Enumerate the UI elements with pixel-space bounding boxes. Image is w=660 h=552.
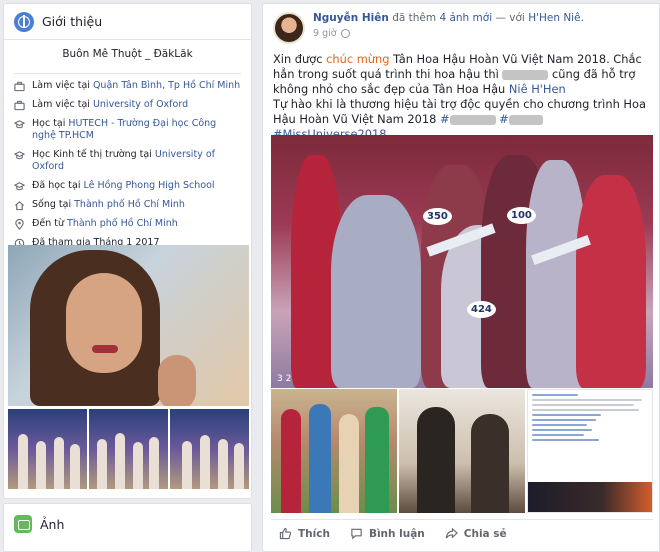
like-button[interactable]: Thích xyxy=(279,527,330,540)
info-prefix: Đến từ xyxy=(32,218,68,229)
contestant-number-badge: 350 xyxy=(423,208,452,225)
contestant-number-badge: 424 xyxy=(467,301,496,318)
info-link-work-1[interactable]: Quận Tân Bình, Tp Hồ Chí Minh xyxy=(93,80,240,91)
briefcase-icon xyxy=(14,100,25,111)
intro-header: Giới thiệu xyxy=(4,4,251,40)
photos-card: Ảnh xyxy=(3,503,252,552)
post-card: Nguyễn Hiên đã thêm 4 ảnh mới — với H'He… xyxy=(262,3,660,552)
post-text: Xin được chúc mừng Tân Hoa Hậu Hoàn Vũ V… xyxy=(263,46,659,142)
info-link-from[interactable]: Thành phố Hồ Chí Minh xyxy=(67,218,178,229)
blurred-hashtag xyxy=(508,114,543,125)
share-button[interactable]: Chia sẻ xyxy=(445,527,507,540)
info-item-study-3: Đã học tại Lê Hồng Phong High School xyxy=(14,180,241,192)
avatar[interactable] xyxy=(273,12,305,44)
photos-icon xyxy=(14,515,32,533)
info-link-study-3[interactable]: Lê Hồng Phong High School xyxy=(84,180,215,191)
post-tagged-user[interactable]: H'Hen Niê xyxy=(528,12,580,24)
info-item-from: Đến từ Thành phố Hồ Chí Minh xyxy=(14,218,241,230)
thumbs-up-icon xyxy=(279,527,292,540)
comment-icon xyxy=(351,528,362,540)
post-grid-screenshot[interactable] xyxy=(526,389,653,513)
intro-title: Giới thiệu xyxy=(42,14,103,29)
info-prefix: Học tại xyxy=(32,118,69,129)
share-icon xyxy=(445,527,458,539)
post-header: Nguyễn Hiên đã thêm 4 ảnh mới — với H'He… xyxy=(263,4,659,46)
intro-featured-photo[interactable] xyxy=(8,245,249,406)
post-grid-photo[interactable] xyxy=(271,389,398,513)
globe-icon xyxy=(14,11,34,32)
info-prefix: Làm việc tại xyxy=(32,80,93,91)
blurred-brand xyxy=(502,69,549,80)
intro-card: Giới thiệu Buôn Mê Thuột _ ĐăkLăk Làm vi… xyxy=(3,3,252,499)
comment-button[interactable]: Bình luận xyxy=(350,527,425,540)
info-link-lives[interactable]: Thành phố Hồ Chí Minh xyxy=(74,199,185,210)
info-item-work-1: Làm việc tại Quận Tân Bình, Tp Hồ Chí Mi… xyxy=(14,80,241,92)
post-photo-grid xyxy=(271,389,653,513)
privacy-globe-icon xyxy=(340,29,350,38)
meta-text: đã thêm xyxy=(388,12,440,24)
share-label: Chia sẻ xyxy=(463,527,507,540)
info-item-lives: Sống tại Thành phố Hồ Chí Minh xyxy=(14,199,241,211)
info-prefix: Học Kinh tế thị trường tại xyxy=(32,149,155,160)
like-label: Thích xyxy=(298,527,330,540)
featured-thumb[interactable] xyxy=(170,409,249,489)
graduation-cap-icon xyxy=(14,120,25,129)
photo-corner-mark: 3 2 xyxy=(277,374,292,384)
info-link-work-2[interactable]: University of Oxford xyxy=(93,99,188,110)
hashtag-link[interactable]: # xyxy=(440,112,450,126)
post-actions: Thích Bình luận Chia sẻ xyxy=(271,519,653,547)
info-item-study-2: Học Kinh tế thị trường tại University of… xyxy=(14,149,241,173)
meta-text: — với xyxy=(492,12,529,24)
post-meta: Nguyễn Hiên đã thêm 4 ảnh mới — với H'He… xyxy=(313,12,584,25)
comment-label: Bình luận xyxy=(368,527,425,540)
post-photo-count[interactable]: 4 ảnh mới xyxy=(439,12,492,24)
post-mention-link[interactable]: Niê H'Hen xyxy=(509,82,566,96)
post-main-photo[interactable]: 350 100 424 3 2 xyxy=(271,135,653,388)
graduation-cap-icon xyxy=(14,182,25,191)
contestant-number-badge: 100 xyxy=(507,207,536,224)
location-pin-icon xyxy=(15,219,24,230)
info-item-work-2: Làm việc tại University of Oxford xyxy=(14,99,241,111)
featured-thumb[interactable] xyxy=(8,409,87,489)
photos-title: Ảnh xyxy=(40,516,65,532)
intro-info-list: Làm việc tại Quận Tân Bình, Tp Hồ Chí Mi… xyxy=(4,74,251,249)
post-text-run: Xin được xyxy=(273,52,327,66)
intro-bio: Buôn Mê Thuột _ ĐăkLăk xyxy=(14,40,241,74)
meta-text: . xyxy=(580,12,584,24)
home-icon xyxy=(15,201,24,211)
post-timestamp-row: 9 giờ xyxy=(313,28,584,39)
post-text-highlight: chúc mừng xyxy=(326,52,390,66)
info-prefix: Đã học tại xyxy=(32,180,84,191)
info-prefix: Sống tại xyxy=(32,199,75,210)
post-author[interactable]: Nguyễn Hiên xyxy=(313,12,389,24)
featured-thumb[interactable] xyxy=(89,409,168,489)
info-prefix: Làm việc tại xyxy=(32,99,93,110)
briefcase-icon xyxy=(14,81,25,92)
blurred-hashtag xyxy=(449,114,496,125)
info-item-study-1: Học tại HUTECH - Trường Đại học Công ngh… xyxy=(14,118,241,142)
hashtag-link[interactable]: # xyxy=(496,112,509,126)
post-timestamp[interactable]: 9 giờ xyxy=(313,28,337,39)
intro-featured-thumbs xyxy=(8,409,249,489)
post-grid-photo[interactable] xyxy=(399,389,525,513)
post-paragraph-1: Xin được chúc mừng Tân Hoa Hậu Hoàn Vũ V… xyxy=(273,52,649,97)
graduation-cap-icon xyxy=(14,151,25,160)
photos-header[interactable]: Ảnh xyxy=(4,504,251,544)
